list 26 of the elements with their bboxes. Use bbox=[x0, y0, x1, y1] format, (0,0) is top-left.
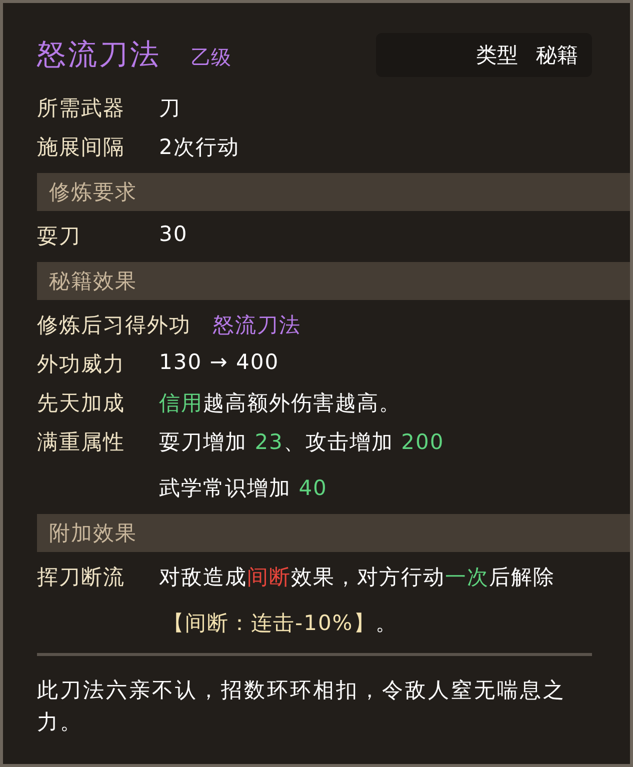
attribute-value: 【间断：连击-10%】。 bbox=[162, 610, 398, 637]
attribute-value: 耍刀增加 23、攻击增加 200 bbox=[159, 429, 444, 456]
description-text: 此刀法六亲不认，招数环环相扣，令敌人窒无喘息之力。 bbox=[37, 677, 567, 736]
section-header: 附加效果 bbox=[37, 514, 630, 552]
attribute-value: 2次行动 bbox=[159, 134, 240, 161]
type-label: 类型 bbox=[476, 42, 518, 69]
skill-grade: 乙级 bbox=[191, 44, 231, 71]
section-header: 修炼要求 bbox=[37, 173, 630, 211]
attribute-value: 130 → 400 bbox=[159, 350, 280, 374]
section-header: 秘籍效果 bbox=[37, 262, 630, 300]
skill-title: 怒流刀法 bbox=[37, 36, 161, 73]
attribute-value: 武学常识增加 40 bbox=[159, 475, 328, 502]
type-value: 秘籍 bbox=[536, 42, 578, 69]
attribute-label: 先天加成 bbox=[37, 390, 126, 417]
attribute-value: 怒流刀法 bbox=[213, 312, 301, 339]
attribute-label: 挥刀断流 bbox=[37, 564, 126, 591]
attribute-label: 所需武器 bbox=[37, 95, 126, 122]
attribute-label: 满重属性 bbox=[37, 429, 126, 456]
attribute-label: 施展间隔 bbox=[37, 134, 126, 161]
attribute-value: 刀 bbox=[159, 95, 181, 122]
attribute-value: 30 bbox=[159, 222, 188, 246]
attribute-label: 修炼后习得外功 bbox=[37, 312, 191, 339]
attribute-value: 对敌造成间断效果，对方行动一次后解除 bbox=[159, 564, 555, 591]
attribute-label: 外功威力 bbox=[37, 351, 126, 378]
attribute-value: 信用越高额外伤害越高。 bbox=[159, 390, 401, 417]
attribute-label: 耍刀 bbox=[37, 223, 82, 250]
